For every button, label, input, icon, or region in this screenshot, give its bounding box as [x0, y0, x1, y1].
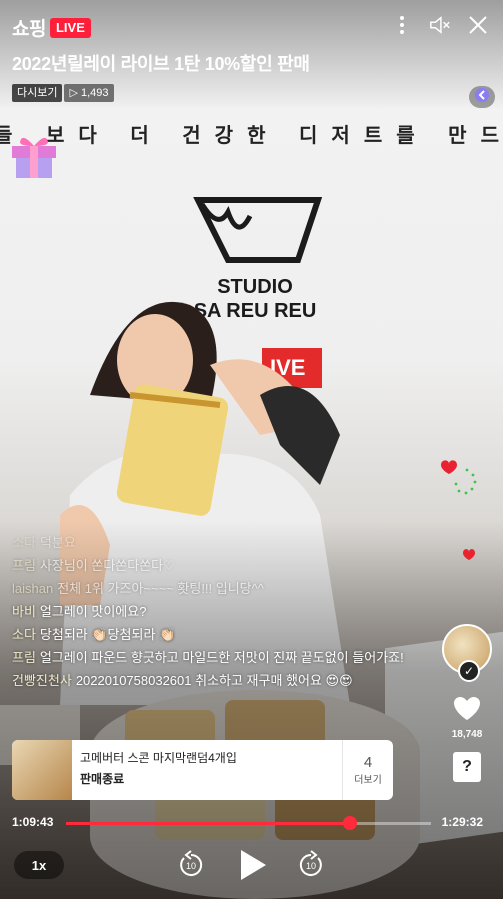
forward-button[interactable]: 10	[296, 850, 326, 885]
chat-message: 건빵진천사 2022010758032601 취소하고 재구매 했어요 😍😍	[12, 671, 432, 690]
forward-label: 10	[306, 861, 316, 871]
heart-icon	[441, 460, 457, 474]
more-products-button[interactable]: 4 더보기	[342, 740, 393, 800]
chat-text: 사장님이 쏜다쏜다쏜다♡	[39, 558, 175, 573]
product-name: 고메버터 스콘 마지막랜덤4개입	[80, 751, 237, 765]
play-icon	[241, 850, 266, 880]
brand-name: 쇼핑	[12, 19, 46, 40]
side-actions: ✓ 18,748 ?	[439, 624, 495, 782]
chat-text: 얼그레이 파운드 향긋하고 마일드한 저맛이 진짜 끝도없이 들어가죠!	[39, 650, 404, 665]
check-icon[interactable]: ✓	[458, 660, 480, 682]
chat-message: laishan 전체 1위 가즈아~~~~ 홧팅!!! 입니당^^	[12, 579, 432, 598]
chat-message: 바비 얼그레이 맛이에요?	[12, 602, 432, 621]
product-card[interactable]: 고메버터 스콘 마지막랜덤4개입 판매종료 4 더보기	[12, 740, 393, 800]
like-button[interactable]: 18,748	[451, 694, 483, 740]
heart-icon	[452, 694, 482, 727]
chat-nick: 프림	[12, 558, 36, 573]
qa-button[interactable]: ?	[453, 752, 481, 782]
live-badge: LIVE	[49, 17, 91, 38]
mute-icon[interactable]	[429, 14, 451, 36]
brand[interactable]: 쇼핑 LIVE	[12, 14, 91, 41]
chevron-left-icon	[474, 87, 490, 108]
current-time: 1:09:43	[12, 815, 54, 829]
loading-icon	[454, 468, 477, 495]
progress-knob[interactable]	[342, 816, 357, 830]
chat-message: 프림 얼그레이 파운드 향긋하고 마일드한 저맛이 진짜 끝도없이 들어가죠!	[12, 648, 432, 667]
duration: 1:29:32	[441, 815, 483, 829]
rewind-label: 10	[186, 861, 196, 871]
speed-button[interactable]: 1x	[14, 851, 64, 879]
chat-message: 소다 당첨되라 👏🏻당첨되라 👏🏻	[12, 625, 432, 644]
heart-icon	[463, 549, 475, 560]
chat-nick: 소다	[12, 627, 36, 642]
chat-text: 2022010758032601 취소하고 재구매 했어요 😍😍	[75, 673, 353, 688]
product-thumbnail	[12, 740, 72, 800]
rewind-icon: 10	[180, 850, 203, 876]
store-avatar[interactable]: ✓	[442, 624, 492, 682]
chat-nick: 프림	[12, 650, 36, 665]
chat-nick: 소다	[12, 535, 36, 550]
like-count: 18,748	[451, 729, 483, 740]
banner-text: 들 보다 더 건강한 디저트를 만드는	[0, 125, 503, 147]
chat-text: 얼그레이 맛이에요?	[39, 604, 147, 619]
top-icons	[391, 14, 489, 36]
replay-badge: 다시보기	[12, 84, 63, 102]
close-icon[interactable]	[467, 14, 489, 36]
collapse-button[interactable]	[469, 86, 495, 108]
chat-nick: 바비	[12, 604, 36, 619]
chat-text: 덕분요	[39, 535, 76, 550]
more-count: 4	[363, 754, 373, 771]
question-icon: ?	[462, 758, 472, 775]
forward-icon: 10	[299, 850, 322, 876]
gift-icon[interactable]	[8, 132, 60, 180]
chat-list: 소다 덕분요 프림 사장님이 쏜다쏜다쏜다♡ laishan 전체 1위 가즈아~~~…	[12, 533, 432, 694]
chat-text: 전체 1위 가즈아~~~~ 홧팅!!! 입니당^^	[57, 581, 264, 596]
product-info: 고메버터 스콘 마지막랜덤4개입 판매종료	[72, 740, 342, 800]
replay-row: 다시보기 ▷ 1,493	[12, 84, 114, 102]
progress-fill	[66, 822, 350, 825]
player-controls: 1x 10 10	[0, 846, 503, 886]
chat-message: 프림 사장님이 쏜다쏜다쏜다♡	[12, 556, 432, 575]
chat-message: 소다 덕분요	[12, 533, 432, 552]
play-button[interactable]	[238, 848, 268, 887]
view-count: ▷ 1,493	[64, 84, 114, 102]
progress-bar[interactable]: 1:09:43 1:29:32	[12, 814, 491, 832]
floating-hearts	[439, 456, 479, 571]
broadcast-title: 2022년릴레이 라이브 1탄 10%할인 판매	[12, 54, 310, 74]
chat-text: 당첨되라 👏🏻당첨되라 👏🏻	[39, 627, 176, 642]
chat-nick: laishan	[12, 581, 54, 596]
more-label: 더보기	[354, 775, 382, 786]
store-logo-icon	[193, 197, 323, 263]
progress-track[interactable]	[66, 816, 431, 830]
chat-nick: 건빵진천사	[12, 673, 72, 688]
product-status: 판매종료	[80, 772, 125, 786]
more-icon[interactable]	[391, 14, 413, 36]
rewind-button[interactable]: 10	[176, 850, 206, 885]
